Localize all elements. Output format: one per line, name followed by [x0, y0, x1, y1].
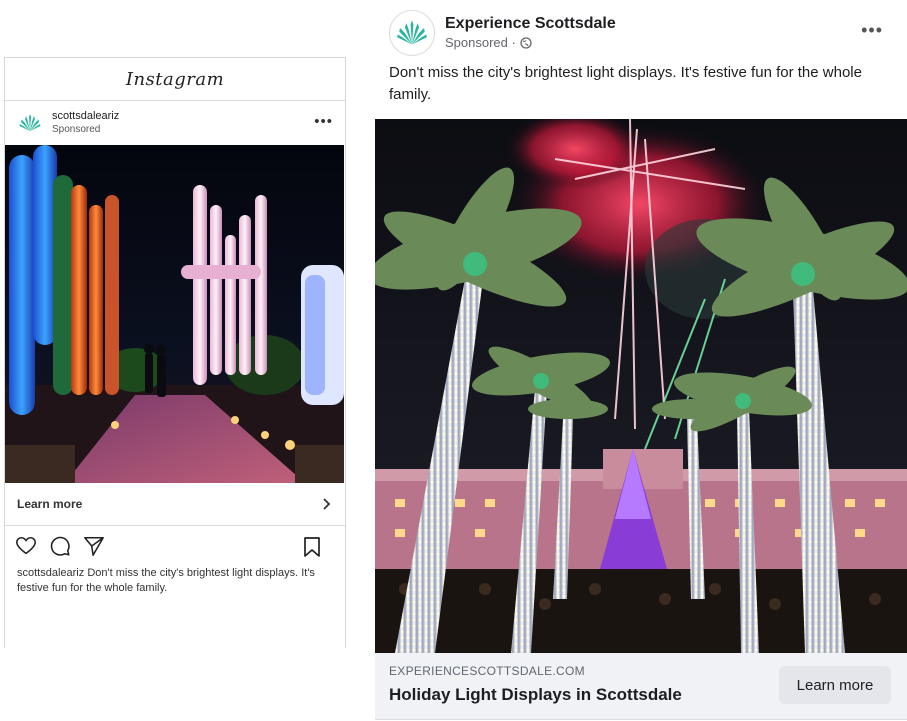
more-dots-icon[interactable]: •••: [314, 113, 333, 130]
bookmark-icon[interactable]: [303, 536, 321, 558]
facebook-link-preview[interactable]: EXPERIENCESCOTTSDALE.COM Holiday Light D…: [375, 653, 907, 720]
globe-icon: [520, 37, 532, 49]
facebook-learn-more-button[interactable]: Learn more: [779, 666, 891, 704]
agave-logo-icon[interactable]: [17, 110, 43, 136]
instagram-logo: Instagram: [125, 68, 225, 90]
agave-logo-icon[interactable]: [389, 10, 435, 56]
facebook-sponsored-label: Sponsored ·: [445, 35, 516, 50]
instagram-learn-more-button[interactable]: Learn more: [5, 483, 345, 526]
instagram-caption: scottsdaleariz Don't miss the city's bri…: [5, 566, 345, 596]
instagram-sponsored-label: Sponsored: [52, 124, 101, 135]
facebook-post-text: Don't miss the city's brightest light di…: [389, 64, 862, 103]
instagram-ad-card: Instagram scottsdaleariz Sponsored ••• L…: [4, 57, 346, 648]
instagram-ad-photo[interactable]: [5, 145, 344, 483]
instagram-header: Instagram: [5, 58, 345, 101]
facebook-link-domain: EXPERIENCESCOTTSDALE.COM: [389, 664, 585, 678]
instagram-caption-username[interactable]: scottsdaleariz: [17, 567, 84, 579]
instagram-username[interactable]: scottsdaleariz: [52, 110, 119, 123]
facebook-page-name[interactable]: Experience Scottsdale: [445, 14, 616, 34]
facebook-post-header: Experience Scottsdale Sponsored ·: [389, 10, 616, 56]
instagram-action-bar: [5, 526, 345, 566]
chevron-right-icon: [323, 498, 331, 510]
comment-icon[interactable]: [49, 535, 71, 557]
facebook-sponsored-row: Sponsored ·: [445, 34, 616, 52]
more-dots-icon[interactable]: •••: [861, 20, 883, 41]
share-icon[interactable]: [83, 535, 105, 557]
facebook-ad-photo[interactable]: [375, 119, 907, 653]
instagram-learn-more-label: Learn more: [17, 497, 83, 511]
facebook-link-headline[interactable]: Holiday Light Displays in Scottsdale: [389, 685, 682, 705]
instagram-account-row: scottsdaleariz Sponsored •••: [5, 101, 345, 145]
facebook-ad-card: Experience Scottsdale Sponsored · ••• Do…: [375, 0, 907, 721]
heart-icon[interactable]: [15, 535, 37, 557]
